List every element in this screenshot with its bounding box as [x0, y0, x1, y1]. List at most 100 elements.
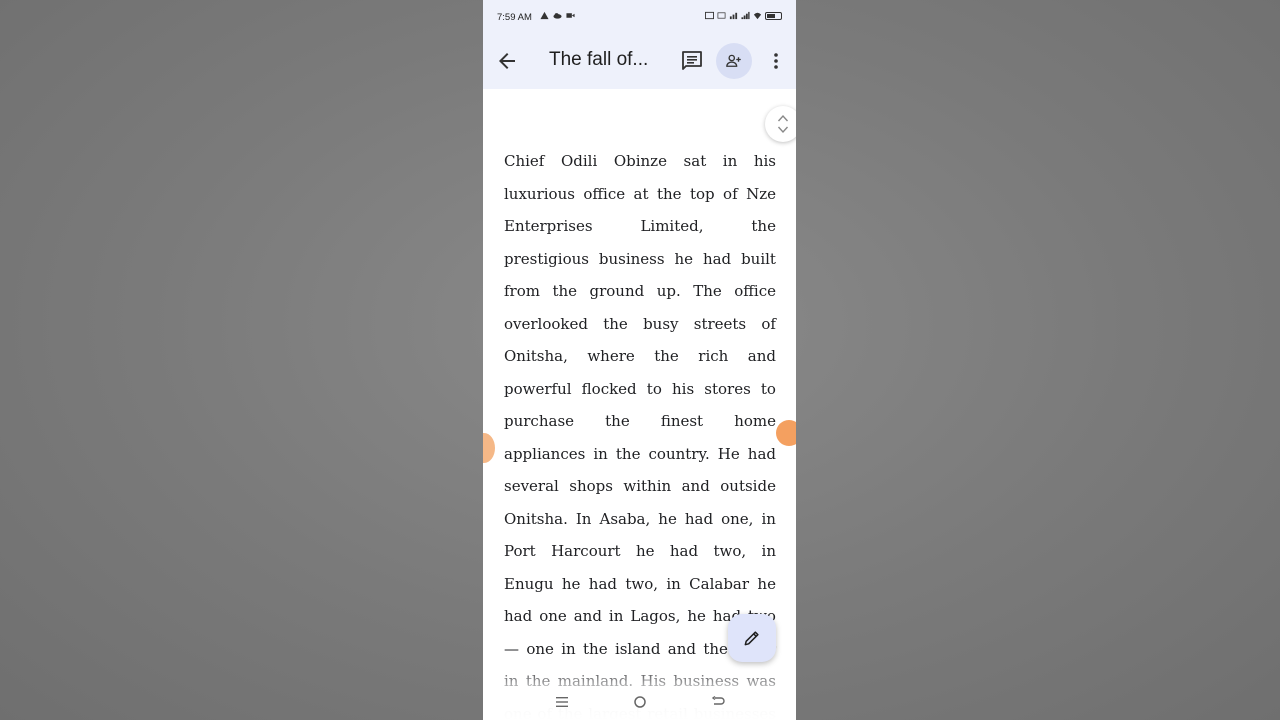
- document-line: several shops within and outside: [504, 470, 776, 503]
- document-word: Obinze: [613, 152, 667, 170]
- network-4g-icon: [729, 12, 738, 20]
- document-word: he: [757, 574, 776, 593]
- document-word: flocked: [581, 379, 637, 398]
- document-word: the: [583, 639, 608, 658]
- document-line: overlooked the busy streets of: [504, 308, 776, 341]
- document-line: Chief Odili Obinze sat in his: [504, 145, 776, 178]
- document-word: office: [734, 282, 776, 300]
- document-word: had: [702, 249, 732, 268]
- document-word: luxurious: [504, 184, 575, 203]
- app-bar: The fall of...: [483, 34, 796, 89]
- video-icon: [566, 13, 575, 18]
- document-word: Chief: [504, 152, 545, 170]
- document-word: The: [693, 282, 722, 300]
- document-word: had: [588, 574, 617, 593]
- document-word: and: [681, 477, 710, 495]
- share-button[interactable]: [716, 43, 752, 79]
- document-line: powerful flocked to his stores to: [504, 373, 776, 406]
- document-word: In: [575, 509, 592, 528]
- document-word: Enterprises: [504, 217, 593, 235]
- document-word: the: [656, 184, 682, 203]
- document-word: his: [753, 152, 776, 170]
- document-word: prestigious: [504, 249, 589, 268]
- document-word: rich: [698, 347, 729, 365]
- document-line: luxurious office at the top of Nze: [504, 178, 776, 211]
- document-word: and: [747, 347, 776, 365]
- document-word: country.: [648, 444, 710, 463]
- edit-fab-button[interactable]: [728, 614, 776, 662]
- document-word: island: [614, 639, 661, 658]
- volte-icon: [717, 12, 726, 19]
- document-word: within: [623, 477, 672, 495]
- cast-icon: [705, 11, 714, 20]
- back-arrow-icon[interactable]: [495, 49, 519, 73]
- document-word: one: [526, 639, 554, 658]
- document-word: at: [633, 184, 649, 203]
- document-word: in: [761, 509, 776, 528]
- selection-handle-start[interactable]: [483, 433, 495, 463]
- document-word: Nze: [746, 184, 776, 203]
- document-word: Limited,: [640, 217, 704, 235]
- selection-handle-end[interactable]: [776, 420, 796, 446]
- document-word: finest: [660, 412, 704, 430]
- battery-icon: [765, 11, 782, 20]
- document-word: had: [669, 542, 699, 560]
- document-word: the: [654, 347, 679, 365]
- document-word: stores: [704, 379, 751, 398]
- document-line: Onitsha. In Asaba, he had one, in: [504, 503, 776, 536]
- document-word: two,: [713, 542, 747, 560]
- document-word: the: [605, 412, 630, 430]
- nav-home-button[interactable]: [630, 692, 650, 712]
- fast-scroll-handle[interactable]: [765, 106, 796, 142]
- document-word: Odili: [560, 152, 598, 170]
- document-word: one,: [721, 509, 754, 528]
- back-icon: [711, 695, 725, 705]
- document-word: office: [583, 184, 626, 203]
- wifi-icon: [753, 12, 762, 20]
- document-word: in: [561, 639, 576, 658]
- document-word: he: [635, 542, 655, 560]
- document-word: purchase: [504, 412, 575, 430]
- document-word: the: [703, 639, 728, 658]
- document-word: and: [573, 607, 602, 625]
- document-word: the: [615, 444, 641, 463]
- document-word: ground: [589, 282, 645, 300]
- document-line: Port Harcourt he had two, in: [504, 535, 776, 568]
- document-word: in: [666, 574, 681, 593]
- document-line: Enterprises Limited, the: [504, 210, 776, 243]
- document-word: had: [747, 444, 776, 463]
- document-word: where: [587, 347, 635, 365]
- document-word: from: [504, 282, 540, 300]
- document-line: prestigious business he had built: [504, 243, 776, 276]
- document-word: appliances: [504, 444, 586, 463]
- document-word: Calabar: [689, 574, 750, 593]
- document-word: he: [674, 249, 694, 268]
- comment-icon[interactable]: [680, 49, 704, 73]
- document-word: Asaba,: [599, 509, 651, 528]
- document-word: he: [658, 509, 677, 528]
- status-time: 7:59 AM: [497, 12, 532, 23]
- document-word: one: [539, 607, 567, 625]
- document-word: in: [722, 152, 738, 170]
- document-word: built: [741, 249, 776, 268]
- status-bar: 7:59 AM: [483, 0, 796, 34]
- more-vert-icon[interactable]: [764, 49, 788, 73]
- document-line: Onitsha, where the rich and: [504, 340, 776, 373]
- status-notification-icons: [540, 11, 575, 20]
- document-word: and: [667, 639, 696, 658]
- chevron-up-down-icon: [777, 114, 789, 134]
- document-word: Harcourt: [551, 542, 621, 560]
- nav-back-button[interactable]: [708, 692, 728, 712]
- document-word: streets: [693, 314, 747, 333]
- document-word: the: [552, 282, 578, 300]
- document-word: two,: [625, 574, 659, 593]
- document-word: had: [684, 509, 714, 528]
- edit-pencil-icon: [744, 631, 759, 646]
- nav-menu-button[interactable]: [552, 692, 572, 712]
- document-word: in: [593, 444, 608, 463]
- warning-icon: [540, 11, 549, 20]
- document-word: He: [717, 444, 740, 463]
- menu-icon: [556, 697, 568, 707]
- document-word: up.: [656, 282, 681, 300]
- add-person-icon: [726, 54, 741, 67]
